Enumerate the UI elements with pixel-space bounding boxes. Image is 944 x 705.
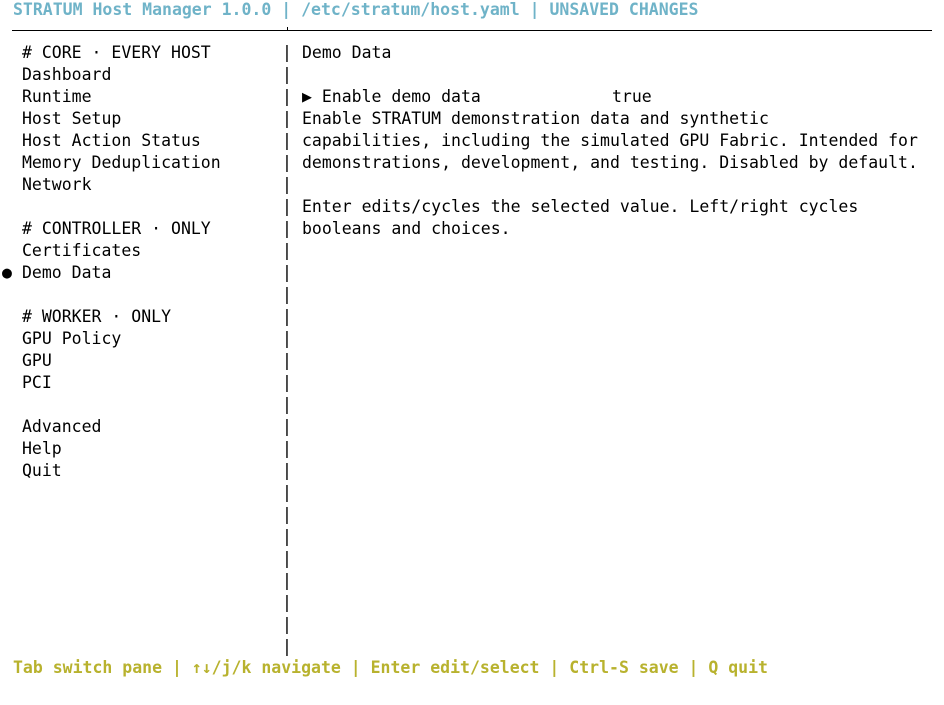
app-title: STRATUM Host Manager 1.0.0: [13, 0, 272, 19]
title-rule-tick: [287, 27, 288, 31]
title-rule: [12, 30, 932, 31]
divider-segment: |: [282, 593, 292, 612]
pane-divider[interactable]: | | | | | | | | | | | | | | | | | | | | | | | | | | | |: [282, 42, 296, 658]
divider-segment: |: [282, 527, 292, 546]
sidebar-item-host-setup[interactable]: Host Setup: [0, 108, 280, 130]
description-line: capabilities, including the simulated GP…: [302, 131, 918, 150]
divider-segment: |: [282, 417, 292, 436]
section-header-controller: # CONTROLLER · ONLY: [22, 219, 211, 238]
sidebar-item-runtime[interactable]: Runtime: [0, 86, 280, 108]
title-separator: |: [271, 0, 302, 19]
divider-segment: |: [282, 131, 292, 150]
divider-segment: |: [282, 197, 292, 216]
divider-segment: |: [282, 43, 292, 62]
sidebar-item-label: Demo Data: [22, 263, 112, 282]
divider-segment: |: [282, 285, 292, 304]
sidebar-item-host-action-status[interactable]: Host Action Status: [0, 130, 280, 152]
selected-bullet-icon: ●: [2, 263, 12, 282]
divider-segment: |: [282, 307, 292, 326]
sidebar-item-gpu-policy[interactable]: GPU Policy: [0, 328, 280, 350]
section-header-core: # CORE · EVERY HOST: [22, 43, 211, 62]
setting-enable-demo-data[interactable]: ▶ Enable demo data true: [302, 86, 932, 108]
sidebar-menu: # CORE · EVERY HOST Dashboard Runtime Ho…: [0, 42, 280, 482]
title-bar: STRATUM Host Manager 1.0.0 | /etc/stratu…: [13, 0, 698, 22]
divider-segment: |: [282, 637, 292, 656]
sidebar-item-certificates[interactable]: Certificates: [0, 240, 280, 262]
divider-segment: |: [282, 549, 292, 568]
divider-segment: |: [282, 615, 292, 634]
description-line: Enable STRATUM demonstration data and sy…: [302, 109, 769, 128]
unsaved-status: UNSAVED CHANGES: [549, 0, 699, 19]
divider-segment: |: [282, 241, 292, 260]
divider-segment: |: [282, 153, 292, 172]
title-separator: |: [519, 0, 550, 19]
sidebar-item-pci[interactable]: PCI: [0, 372, 280, 394]
setting-label: Enable demo data: [321, 87, 481, 106]
divider-segment: |: [282, 109, 292, 128]
divider-segment: |: [282, 395, 292, 414]
divider-segment: |: [282, 175, 292, 194]
divider-segment: |: [282, 329, 292, 348]
sidebar-item-dashboard[interactable]: Dashboard: [0, 64, 280, 86]
divider-segment: |: [282, 351, 292, 370]
key-hints-footer: Tab switch pane | ↑↓/j/k navigate | Ente…: [13, 658, 768, 677]
detail-heading: Demo Data: [302, 43, 392, 62]
divider-segment: |: [282, 505, 292, 524]
hint-line: Enter edits/cycles the selected value. L…: [302, 197, 859, 216]
sidebar-item-advanced[interactable]: Advanced: [0, 416, 280, 438]
config-path: /etc/stratum/host.yaml: [301, 0, 520, 19]
divider-segment: |: [282, 461, 292, 480]
sidebar-item-quit[interactable]: Quit: [0, 460, 280, 482]
description-line: demonstrations, development, and testing…: [302, 153, 918, 172]
divider-segment: |: [282, 65, 292, 84]
sidebar-item-help[interactable]: Help: [0, 438, 280, 460]
divider-segment: |: [282, 571, 292, 590]
detail-pane: Demo Data ▶ Enable demo data true Enable …: [302, 42, 932, 240]
sidebar-item-gpu[interactable]: GPU: [0, 350, 280, 372]
divider-segment: |: [282, 373, 292, 392]
divider-segment: |: [282, 219, 292, 238]
sidebar-item-memory-deduplication[interactable]: Memory Deduplication: [0, 152, 280, 174]
divider-segment: |: [282, 483, 292, 502]
sidebar-item-demo-data[interactable]: ● Demo Data: [0, 262, 280, 284]
sidebar-item-network[interactable]: Network: [0, 174, 280, 196]
hint-line: booleans and choices.: [302, 219, 511, 238]
divider-segment: |: [282, 263, 292, 282]
divider-segment: |: [282, 439, 292, 458]
section-header-worker: # WORKER · ONLY: [22, 307, 172, 326]
setting-value[interactable]: true: [612, 86, 652, 108]
divider-segment: |: [282, 87, 292, 106]
selected-arrow-icon: ▶: [302, 87, 312, 106]
